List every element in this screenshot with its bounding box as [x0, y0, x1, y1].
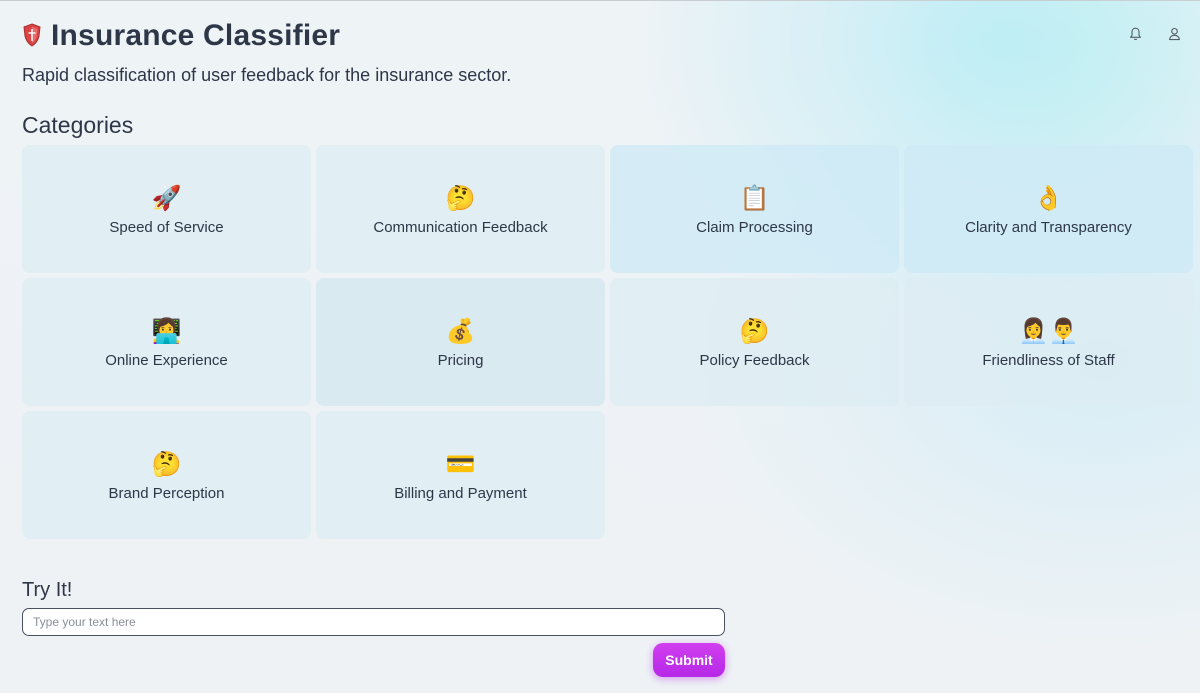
category-label: Speed of Service: [109, 218, 224, 236]
category-card-online-experience[interactable]: 👩‍💻 Online Experience: [22, 278, 311, 406]
category-card-policy-feedback[interactable]: 🤔 Policy Feedback: [610, 278, 899, 406]
window-top-border: [0, 0, 1200, 1]
category-label: Pricing: [437, 351, 484, 369]
category-label: Communication Feedback: [373, 218, 548, 236]
category-card-billing-and-payment[interactable]: 💳 Billing and Payment: [316, 411, 605, 539]
category-label: Friendliness of Staff: [982, 351, 1115, 369]
category-card-friendliness-of-staff[interactable]: 👩‍💼👨‍💼 Friendliness of Staff: [904, 278, 1193, 406]
page-subtitle: Rapid classification of user feedback fo…: [22, 65, 512, 85]
user-icon[interactable]: [1167, 26, 1182, 41]
category-card-claim-processing[interactable]: 📋 Claim Processing: [610, 145, 899, 273]
office-workers-icon: 👩‍💼👨‍💼: [1018, 317, 1079, 345]
rocket-icon: 🚀: [151, 184, 182, 212]
category-label: Brand Perception: [108, 484, 225, 502]
credit-card-icon: 💳: [445, 450, 476, 478]
category-card-communication-feedback[interactable]: 🤔 Communication Feedback: [316, 145, 605, 273]
categories-heading: Categories: [22, 112, 134, 138]
category-label: Clarity and Transparency: [965, 218, 1132, 236]
page-header: Insurance Classifier: [22, 14, 340, 58]
feedback-text-input[interactable]: [22, 608, 725, 636]
shield-icon: [22, 21, 51, 52]
category-card-speed-of-service[interactable]: 🚀 Speed of Service: [22, 145, 311, 273]
header-actions: [1128, 26, 1182, 41]
bell-icon[interactable]: [1128, 26, 1143, 41]
category-label: Claim Processing: [696, 218, 813, 236]
money-bag-icon: 💰: [445, 317, 476, 345]
page-title: Insurance Classifier: [51, 19, 341, 52]
clipboard-icon: 📋: [739, 184, 770, 212]
category-card-brand-perception[interactable]: 🤔 Brand Perception: [22, 411, 311, 539]
categories-grid: 🚀 Speed of Service 🤔 Communication Feedb…: [22, 145, 1193, 539]
category-label: Online Experience: [105, 351, 228, 369]
category-card-clarity-and-transparency[interactable]: 👌 Clarity and Transparency: [904, 145, 1193, 273]
thinking-face-icon: 🤔: [151, 450, 182, 478]
try-it-heading: Try It!: [22, 579, 73, 601]
thinking-face-icon: 🤔: [445, 184, 476, 212]
technologist-icon: 👩‍💻: [151, 317, 182, 345]
ok-hand-icon: 👌: [1033, 184, 1064, 212]
submit-button[interactable]: Submit: [653, 643, 725, 677]
category-label: Policy Feedback: [699, 351, 810, 369]
category-label: Billing and Payment: [394, 484, 527, 502]
category-card-pricing[interactable]: 💰 Pricing: [316, 278, 605, 406]
thinking-face-icon: 🤔: [739, 317, 770, 345]
